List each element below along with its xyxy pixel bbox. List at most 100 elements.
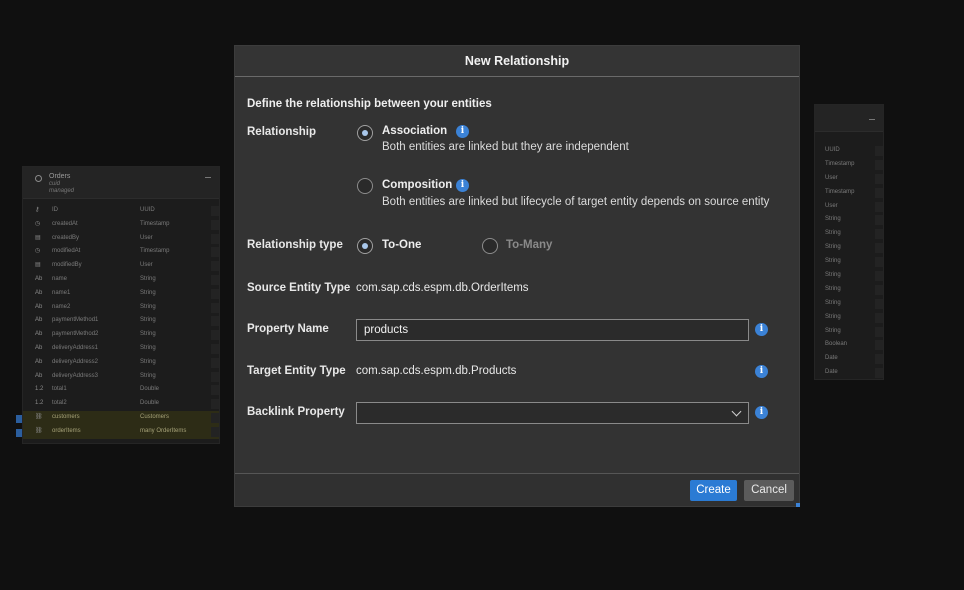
entity-field-row[interactable]: Ab name2 String — [23, 301, 219, 315]
to-one-radio[interactable] — [357, 238, 373, 254]
more-icon[interactable] — [205, 177, 211, 178]
key-icon: ⚷ — [35, 207, 40, 213]
entity-field-row[interactable]: Ab paymentMethod1 String — [23, 314, 219, 328]
entity-field-row[interactable]: Ab deliveryAddress3 String — [23, 370, 219, 384]
field-type: User — [140, 262, 153, 269]
entity-field-row[interactable]: String — [815, 325, 883, 339]
modeler-canvas: Orders cuid managed ⚷ ID UUID ◷ createdAt Tim… — [0, 0, 964, 590]
entity-field-row[interactable]: 1.2 total2 Double — [23, 397, 219, 411]
entity-field-row[interactable]: Date — [815, 366, 883, 380]
entity-field-row[interactable]: String — [815, 241, 883, 255]
field-type: String — [140, 344, 156, 351]
entity-field-row[interactable]: Ab deliveryAddress1 String — [23, 342, 219, 356]
entity-field-row[interactable]: String — [815, 311, 883, 325]
field-type: String — [140, 317, 156, 324]
entity-field-row[interactable]: String — [815, 255, 883, 269]
field-type: Customers — [140, 413, 170, 420]
create-button[interactable]: Create — [690, 480, 737, 501]
field-type: many OrderItems — [140, 427, 187, 434]
entity-field-row[interactable]: String — [815, 227, 883, 241]
composition-radio[interactable] — [357, 178, 373, 194]
entity-field-row[interactable]: User — [815, 172, 883, 186]
field-handle — [875, 312, 883, 323]
string-icon: Ab — [35, 358, 43, 365]
entity-card-orders[interactable]: Orders cuid managed ⚷ ID UUID ◷ createdAt Tim… — [22, 166, 220, 444]
property-name-info-icon[interactable]: i — [755, 323, 768, 336]
field-type: Date — [825, 355, 838, 362]
field-name: name1 — [52, 289, 71, 296]
association-option-label[interactable]: Association — [382, 125, 447, 137]
cancel-button[interactable]: Cancel — [744, 480, 794, 501]
property-name-input[interactable]: products — [356, 319, 749, 341]
field-type: String — [140, 289, 156, 296]
entity-card-orderitems[interactable]: UUID Timestamp User Timestamp User String Stri… — [814, 104, 884, 380]
to-many-radio[interactable] — [482, 238, 498, 254]
backlink-info-icon[interactable]: i — [755, 406, 768, 419]
entity-field-list: UUID Timestamp User Timestamp User String Stri… — [815, 132, 883, 380]
entity-field-row[interactable]: Ab name String — [23, 273, 219, 287]
field-name: ID — [52, 207, 58, 213]
field-name: modifiedAt — [52, 248, 81, 255]
backlink-property-select[interactable] — [356, 402, 749, 424]
entity-card-header — [815, 105, 883, 132]
more-icon[interactable] — [869, 119, 875, 120]
number-icon: 1.2 — [35, 386, 44, 393]
field-type: String — [825, 258, 841, 265]
entity-field-row[interactable]: String — [815, 269, 883, 283]
chevron-down-icon[interactable] — [731, 406, 742, 417]
association-description: Both entities are linked but they are in… — [382, 141, 629, 153]
field-handle — [875, 271, 883, 282]
composition-info-icon[interactable]: i — [456, 179, 469, 192]
entity-field-row[interactable]: Ab paymentMethod2 String — [23, 328, 219, 342]
entity-field-row[interactable]: ▤ createdBy User — [23, 232, 219, 246]
field-handle — [211, 247, 219, 258]
field-type: User — [825, 174, 838, 181]
field-handle — [211, 219, 219, 230]
field-type: String — [140, 275, 156, 282]
entity-field-row[interactable]: Timestamp — [815, 158, 883, 172]
entity-field-row[interactable]: String — [815, 297, 883, 311]
field-name: modifiedBy — [52, 262, 82, 269]
entity-field-row[interactable]: 1.2 total1 Double — [23, 383, 219, 397]
composition-description: Both entities are linked but lifecycle o… — [382, 196, 770, 208]
field-type: String — [825, 313, 841, 320]
to-one-option-label[interactable]: To-One — [382, 239, 421, 251]
new-relationship-dialog: New Relationship Define the relationship… — [234, 45, 800, 507]
entity-field-row[interactable]: String — [815, 283, 883, 297]
connector-handle[interactable] — [16, 415, 22, 423]
entity-field-row[interactable]: UUID — [815, 144, 883, 158]
entity-field-row[interactable]: String — [815, 213, 883, 227]
field-handle — [211, 302, 219, 313]
resize-handle[interactable] — [796, 503, 800, 507]
entity-field-row[interactable]: ⛓ orderItems many OrderItems — [23, 424, 219, 439]
association-radio[interactable] — [357, 125, 373, 141]
connector-handle[interactable] — [16, 429, 22, 437]
entity-field-row[interactable]: Timestamp — [815, 186, 883, 200]
field-handle — [875, 257, 883, 268]
entity-field-row[interactable]: Ab deliveryAddress2 String — [23, 356, 219, 370]
entity-card-header: Orders cuid managed — [23, 167, 219, 199]
entity-field-row[interactable]: ⚷ ID UUID — [23, 204, 219, 218]
to-many-option-label[interactable]: To-Many — [506, 239, 552, 251]
entity-field-row[interactable]: ▤ modifiedBy User — [23, 259, 219, 273]
field-type: User — [140, 234, 153, 241]
dialog-body: Define the relationship between your ent… — [235, 77, 799, 474]
dialog-intro: Define the relationship between your ent… — [247, 98, 492, 110]
entity-field-row[interactable]: ◷ createdAt Timestamp — [23, 218, 219, 232]
association-info-icon[interactable]: i — [456, 125, 469, 138]
composition-option-label[interactable]: Composition — [382, 179, 452, 191]
field-type: Timestamp — [825, 188, 855, 195]
entity-field-row[interactable]: Date — [815, 352, 883, 366]
target-entity-info-icon[interactable]: i — [755, 365, 768, 378]
field-handle — [875, 146, 883, 156]
entity-field-row[interactable]: User — [815, 200, 883, 214]
field-handle — [875, 354, 883, 365]
entity-field-row[interactable]: ◷ modifiedAt Timestamp — [23, 245, 219, 259]
entity-field-row[interactable]: ⛓ customers Customers — [23, 410, 219, 425]
field-name: paymentMethod1 — [52, 317, 99, 324]
entity-field-row[interactable]: Boolean — [815, 338, 883, 352]
dialog-title: New Relationship — [235, 46, 799, 77]
field-handle — [211, 330, 219, 341]
entity-field-row[interactable]: Ab name1 String — [23, 287, 219, 301]
field-handle — [875, 340, 883, 351]
